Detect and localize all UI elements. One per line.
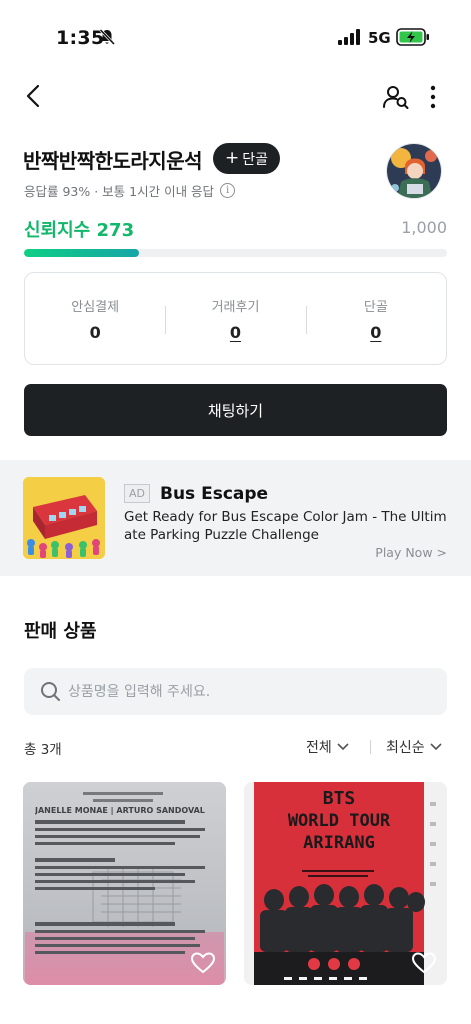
stat-value[interactable]: 0 bbox=[370, 323, 381, 342]
trust-score-value: 273 bbox=[96, 220, 135, 241]
stat-label: 단골 bbox=[363, 299, 388, 315]
poster-title: BTS WORLD TOUR ARIRANG bbox=[254, 788, 424, 854]
ad-description[interactable]: Get Ready for Bus Escape Color Jam - The… bbox=[124, 508, 450, 544]
ad-play-now-link[interactable]: Play Now > bbox=[375, 545, 447, 560]
bell-off-icon bbox=[99, 28, 116, 46]
stat-value[interactable]: 0 bbox=[230, 323, 241, 342]
response-info: 응답률 93% · 보통 1시간 이내 응답 i bbox=[24, 181, 236, 200]
product-count: 총 3개 bbox=[24, 742, 62, 758]
more-vertical-icon[interactable] bbox=[426, 84, 440, 110]
stat-label: 거래후기 bbox=[211, 299, 260, 315]
product-search-input[interactable] bbox=[68, 668, 428, 715]
stat-reviews[interactable]: 거래후기 0 bbox=[165, 273, 305, 364]
stat-followers[interactable]: 단골 0 bbox=[305, 273, 446, 364]
heart-icon[interactable] bbox=[190, 951, 216, 975]
signal-icon bbox=[338, 29, 360, 45]
plus-icon: + bbox=[224, 148, 240, 168]
poster-line-2: WORLD TOUR bbox=[287, 811, 391, 831]
search-icon bbox=[41, 682, 60, 701]
stat-value: 0 bbox=[89, 322, 101, 342]
trust-progress-fill bbox=[24, 249, 140, 257]
filter-divider bbox=[370, 740, 371, 754]
status-bar: 1:35 5G bbox=[0, 0, 471, 76]
poster-heading: JANELLE MONAE | ARTURO SANDOVAL bbox=[35, 806, 205, 815]
top-navigation-bar bbox=[0, 80, 471, 114]
chevron-down-icon bbox=[337, 743, 349, 751]
section-title: 판매 상품 bbox=[24, 621, 97, 642]
trust-max-value: 1,000 bbox=[401, 218, 447, 237]
follow-button[interactable]: + 단골 bbox=[213, 143, 280, 174]
product-search-box[interactable] bbox=[24, 668, 447, 715]
stat-label: 안심결제 bbox=[71, 299, 120, 315]
stats-card: 안심결제 0 거래후기 0 단골 0 bbox=[24, 272, 447, 365]
info-icon[interactable]: i bbox=[220, 183, 236, 198]
ad-thumbnail[interactable] bbox=[23, 477, 105, 559]
ad-badge: AD bbox=[124, 484, 150, 503]
trust-progress-bar bbox=[24, 249, 447, 257]
ad-banner[interactable]: AD Bus Escape Get Ready for Bus Escape C… bbox=[0, 460, 471, 576]
response-rate-text: 응답률 93% · 보통 1시간 이내 응답 bbox=[24, 184, 215, 199]
sort-dropdown[interactable]: 최신순 bbox=[386, 737, 442, 757]
category-filter-dropdown[interactable]: 전체 bbox=[306, 737, 349, 757]
poster-line-1: BTS bbox=[322, 788, 356, 809]
filter-label: 전체 bbox=[306, 740, 332, 756]
trust-score-label: 신뢰지수 273 bbox=[24, 216, 134, 242]
follow-label: 단골 bbox=[242, 151, 268, 168]
avatar[interactable] bbox=[386, 143, 442, 199]
profile-search-icon[interactable] bbox=[382, 84, 410, 110]
shop-name: 반짝반짝한도라지운석 bbox=[23, 149, 203, 173]
ad-title[interactable]: Bus Escape bbox=[160, 484, 268, 504]
trust-label-text: 신뢰지수 bbox=[24, 220, 91, 241]
back-arrow-icon[interactable] bbox=[22, 82, 46, 110]
battery-charging-icon bbox=[396, 28, 429, 46]
chevron-down-icon bbox=[430, 743, 442, 751]
sort-label: 최신순 bbox=[386, 740, 425, 756]
chat-button[interactable]: 채팅하기 bbox=[24, 384, 447, 436]
network-type: 5G bbox=[368, 29, 391, 47]
stat-secure-payment: 안심결제 0 bbox=[25, 273, 165, 364]
heart-icon[interactable] bbox=[411, 951, 437, 975]
product-card[interactable]: BTS WORLD TOUR ARIRANG bbox=[244, 782, 447, 985]
poster-line-3: ARIRANG bbox=[303, 833, 375, 853]
